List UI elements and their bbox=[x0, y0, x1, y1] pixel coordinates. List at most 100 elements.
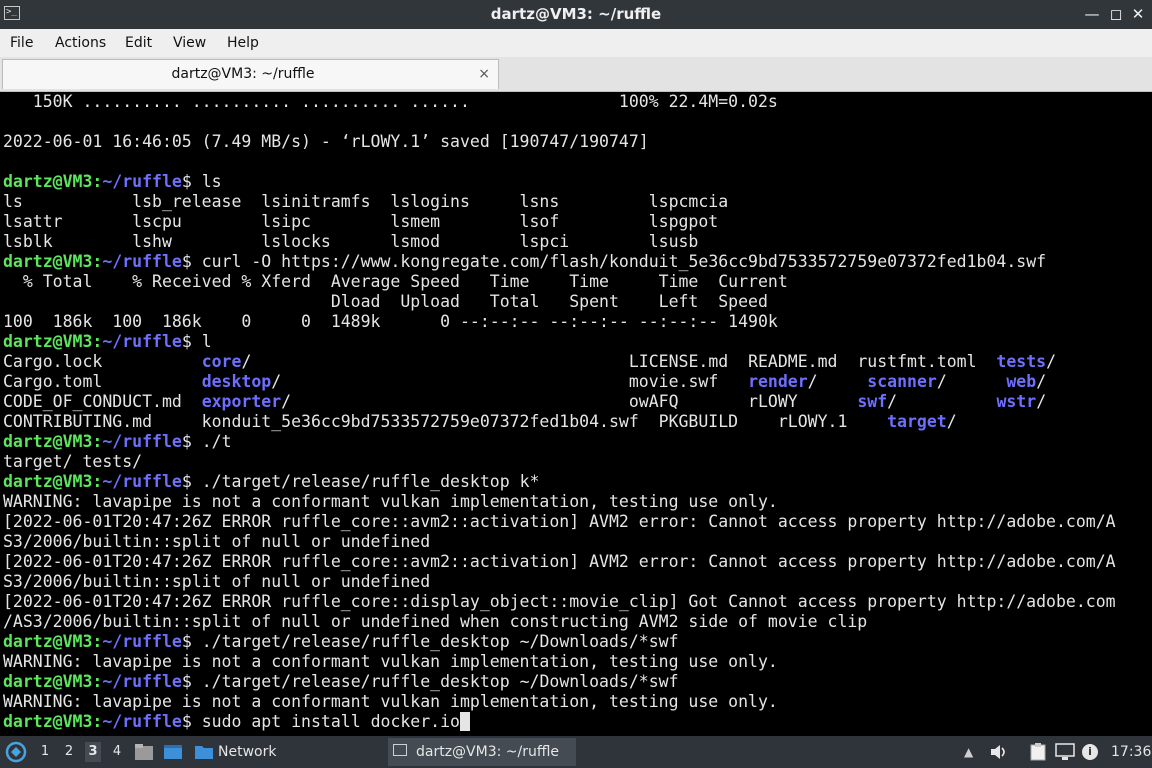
terminal-text-segment: [2022-06-01T20:47:26Z ERROR ruffle_core:… bbox=[3, 552, 1116, 571]
terminal-text-segment: 150K .......... .......... .......... ..… bbox=[3, 92, 778, 111]
terminal-line: S3/2006/builtin::split of null or undefi… bbox=[3, 532, 1116, 552]
terminal-dir-segment: wstr bbox=[996, 392, 1037, 411]
terminal-line: % Total % Received % Xferd Average Speed… bbox=[3, 272, 1116, 292]
tab-close-icon[interactable]: × bbox=[478, 60, 490, 88]
terminal-line: WARNING: lavapipe is not a conformant vu… bbox=[3, 652, 1116, 672]
folder-icon bbox=[195, 746, 213, 759]
start-menu-icon[interactable] bbox=[5, 741, 27, 763]
terminal-prompt-segment: dartz@VM3: bbox=[3, 332, 103, 351]
terminal-text-segment: S3/2006/builtin::split of null or undefi… bbox=[3, 532, 431, 551]
volume-icon[interactable] bbox=[990, 744, 1008, 760]
terminal-output[interactable]: 150K .......... .......... .......... ..… bbox=[0, 92, 1152, 736]
terminal-dir-segment: core bbox=[201, 352, 242, 371]
terminal-line: 150K .......... .......... .......... ..… bbox=[3, 92, 1116, 112]
terminal-line: dartz@VM3:~/ruffle$ ./target/release/ruf… bbox=[3, 472, 1116, 492]
terminal-text-segment: / bbox=[887, 392, 997, 411]
file-manager-icon[interactable] bbox=[134, 743, 154, 761]
terminal-text-segment: $ ./target/release/ruffle_desktop k* bbox=[181, 472, 540, 491]
terminal-text-segment: / movie.swf bbox=[271, 372, 749, 391]
workspace-4-button[interactable]: 4 bbox=[109, 742, 125, 762]
terminal-text-segment: / bbox=[936, 372, 1007, 391]
notification-info-icon[interactable]: i bbox=[1082, 744, 1098, 760]
terminal-line: dartz@VM3:~/ruffle$ ./target/release/ruf… bbox=[3, 632, 1116, 652]
tab-label: dartz@VM3: ~/ruffle bbox=[171, 66, 315, 82]
terminal-line: WARNING: lavapipe is not a conformant vu… bbox=[3, 692, 1116, 712]
terminal-dir-segment: web bbox=[1006, 372, 1037, 391]
menu-file[interactable]: File bbox=[10, 29, 33, 57]
menu-help[interactable]: Help bbox=[227, 29, 259, 57]
terminal-line: [2022-06-01T20:47:26Z ERROR ruffle_core:… bbox=[3, 512, 1116, 532]
terminal-dir-segment: swf bbox=[857, 392, 888, 411]
terminal-text-segment: / bbox=[1036, 392, 1047, 411]
terminal-prompt-segment: dartz@VM3: bbox=[3, 712, 103, 731]
terminal-dir-segment: ~/ruffle bbox=[102, 432, 182, 451]
terminal-line: lsblk lshw lslocks lsmod lspci lsusb bbox=[3, 232, 1116, 252]
terminal-text-segment: 100 186k 100 186k 0 0 1489k 0 --:--:-- -… bbox=[3, 312, 778, 331]
workspace-1-button[interactable]: 1 bbox=[37, 742, 53, 762]
menu-edit[interactable]: Edit bbox=[125, 29, 152, 57]
terminal-text-segment: $ ls bbox=[181, 172, 222, 191]
terminal-text-segment: CODE_OF_CONDUCT.md bbox=[3, 392, 202, 411]
tray-expand-icon[interactable]: ▲ bbox=[964, 736, 973, 768]
terminal-text-segment: $ ./t bbox=[181, 432, 232, 451]
terminal-text-segment: / bbox=[1036, 372, 1047, 391]
menu-actions[interactable]: Actions bbox=[55, 29, 106, 57]
taskbar-terminal-label: dartz@VM3: ~/ruffle bbox=[416, 744, 560, 760]
terminal-dir-segment: ~/ruffle bbox=[102, 172, 182, 191]
terminal-text-segment: WARNING: lavapipe is not a conformant vu… bbox=[3, 652, 778, 671]
maximize-button[interactable]: ◻ bbox=[1106, 4, 1126, 24]
window-titlebar[interactable]: >_ dartz@VM3: ~/ruffle — ◻ ✕ bbox=[0, 0, 1152, 29]
terminal-text-segment: ls lsb_release lsinitramfs lslogins lsns… bbox=[3, 192, 729, 211]
terminal-text-segment: CONTRIBUTING.md konduit_5e36cc9bd7533572… bbox=[3, 412, 888, 431]
terminal-dir-segment: ~/ruffle bbox=[102, 252, 182, 271]
terminal-line: [2022-06-01T20:47:26Z ERROR ruffle_core:… bbox=[3, 592, 1116, 612]
close-button[interactable]: ✕ bbox=[1128, 4, 1148, 24]
taskbar: 1234 Network dartz@VM3: ~/ruffle ▲ i 17:… bbox=[0, 736, 1152, 768]
menu-bar: File Actions Edit View Help bbox=[0, 29, 1152, 57]
terminal-line: Cargo.lock core/ LICENSE.md README.md ru… bbox=[3, 352, 1116, 372]
terminal-text-segment: $ ./target/release/ruffle_desktop ~/Down… bbox=[181, 632, 679, 651]
terminal-text-segment: 2022-06-01 16:46:05 (7.49 MB/s) - ‘rLOWY… bbox=[3, 132, 649, 151]
terminal-dir-segment: ~/ruffle bbox=[102, 332, 182, 351]
terminal-cursor bbox=[459, 712, 470, 731]
terminal-task-icon bbox=[393, 744, 407, 756]
terminal-text-segment: Dload Upload Total Spent Left Speed bbox=[3, 292, 768, 311]
terminal-text-segment: / LICENSE.md README.md rustfmt.toml bbox=[241, 352, 997, 371]
taskbar-terminal-window[interactable]: dartz@VM3: ~/ruffle bbox=[388, 738, 576, 766]
terminal-line: dartz@VM3:~/ruffle$ curl -O https://www.… bbox=[3, 252, 1116, 272]
terminal-prompt-segment: dartz@VM3: bbox=[3, 472, 103, 491]
tab-terminal[interactable]: dartz@VM3: ~/ruffle × bbox=[2, 59, 499, 89]
workspace-2-button[interactable]: 2 bbox=[61, 742, 77, 762]
clipboard-icon[interactable] bbox=[1028, 743, 1048, 761]
terminal-prompt-segment: dartz@VM3: bbox=[3, 672, 103, 691]
workspace-3-button[interactable]: 3 bbox=[85, 742, 101, 762]
terminal-line: 100 186k 100 186k 0 0 1489k 0 --:--:-- -… bbox=[3, 312, 1116, 332]
terminal-line: dartz@VM3:~/ruffle$ ./target/release/ruf… bbox=[3, 672, 1116, 692]
show-desktop-icon[interactable] bbox=[163, 743, 183, 761]
terminal-line: lsattr lscpu lsipc lsmem lsof lspgpot bbox=[3, 212, 1116, 232]
terminal-text-segment: target/ tests/ bbox=[3, 452, 143, 471]
clock[interactable]: 17:36 bbox=[1111, 736, 1151, 768]
menu-view[interactable]: View bbox=[173, 29, 206, 57]
terminal-text-segment: $ curl -O https://www.kongregate.com/fla… bbox=[181, 252, 1047, 271]
terminal-text-segment: WARNING: lavapipe is not a conformant vu… bbox=[3, 492, 778, 511]
terminal-text-segment: S3/2006/builtin::split of null or undefi… bbox=[3, 572, 431, 591]
terminal-text-segment: $ sudo apt install docker.io bbox=[181, 712, 460, 731]
terminal-text-segment: [2022-06-01T20:47:26Z ERROR ruffle_core:… bbox=[3, 512, 1116, 531]
minimize-button[interactable]: — bbox=[1082, 4, 1102, 24]
terminal-line: target/ tests/ bbox=[3, 452, 1116, 472]
terminal-text-segment: lsattr lscpu lsipc lsmem lsof lspgpot bbox=[3, 212, 719, 231]
taskbar-network-window[interactable]: Network bbox=[218, 736, 276, 768]
terminal-text-segment: $ l bbox=[181, 332, 212, 351]
terminal-text-segment: /AS3/2006/builtin::split of null or unde… bbox=[3, 612, 868, 631]
terminal-text-segment: / bbox=[946, 412, 957, 431]
terminal-text-segment: / bbox=[807, 372, 868, 391]
terminal-dir-segment: render bbox=[748, 372, 808, 391]
terminal-line: dartz@VM3:~/ruffle$ sudo apt install doc… bbox=[3, 712, 1116, 732]
network-tray-icon[interactable] bbox=[1055, 743, 1075, 761]
terminal-text-segment: / bbox=[1046, 352, 1057, 371]
terminal-dir-segment: target bbox=[887, 412, 947, 431]
terminal-line: CONTRIBUTING.md konduit_5e36cc9bd7533572… bbox=[3, 412, 1116, 432]
